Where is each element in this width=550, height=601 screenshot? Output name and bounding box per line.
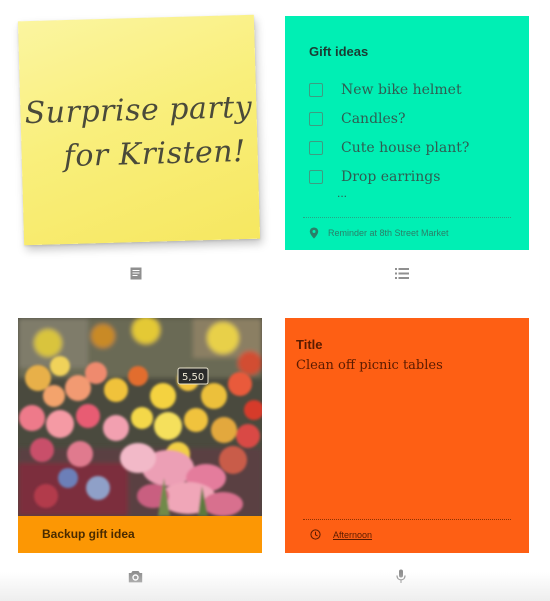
flower-market-photo: 5,50 [18, 318, 262, 516]
sticky-note-line-2: for Kristen! [63, 134, 247, 175]
checklist-item: Candles? [309, 104, 469, 133]
checklist-item: Drop earrings [309, 162, 469, 191]
reminder-label: Reminder at 8th Street Market [328, 228, 449, 238]
svg-text:5,50: 5,50 [182, 372, 204, 383]
sticky-note-line-1: Surprise party [24, 89, 253, 132]
sticky-note-card[interactable]: Surprise party for Kristen! [17, 14, 262, 248]
bottom-fade [0, 572, 550, 601]
checklist-item: New bike helmet [309, 75, 469, 104]
orange-note[interactable]: Title Clean off picnic tables Afternoon [285, 318, 529, 553]
checklist-item-label: Drop earrings [341, 168, 441, 185]
more-items-indicator: ... [337, 186, 348, 200]
photo-note[interactable]: 5,50 Backup gift idea [18, 318, 262, 553]
checklist-item-label: Candles? [341, 110, 406, 127]
divider [303, 519, 511, 520]
sticky-note: Surprise party for Kristen! [17, 14, 261, 246]
clock-icon [310, 529, 321, 540]
text-note-icon [130, 267, 142, 280]
checklist-item: Cute house plant? [309, 133, 469, 162]
checklist-item-label: New bike helmet [341, 81, 462, 98]
microphone-icon [396, 569, 406, 583]
checkbox[interactable] [309, 82, 323, 97]
checkbox[interactable] [309, 111, 323, 126]
photo-caption-bar: Backup gift idea [18, 516, 262, 553]
note-title: Gift ideas [309, 44, 369, 59]
location-pin-icon [309, 227, 319, 239]
checklist-item-label: Cute house plant? [341, 139, 470, 156]
photo-caption: Backup gift idea [42, 527, 135, 541]
checkbox[interactable] [309, 140, 323, 155]
checklist: New bike helmet Candles? Cute house plan… [309, 75, 469, 191]
location-reminder[interactable]: Reminder at 8th Street Market [309, 227, 449, 239]
checkbox[interactable] [309, 169, 323, 184]
time-reminder-label: Afternoon [333, 529, 373, 540]
note-title: Title [296, 337, 323, 352]
divider [303, 217, 511, 218]
list-note-icon [395, 268, 409, 279]
camera-icon [128, 571, 143, 583]
time-reminder[interactable]: Afternoon [310, 529, 372, 540]
gift-ideas-note[interactable]: Gift ideas New bike helmet Candles? Cute… [285, 16, 529, 250]
note-body: Clean off picnic tables [296, 358, 443, 373]
